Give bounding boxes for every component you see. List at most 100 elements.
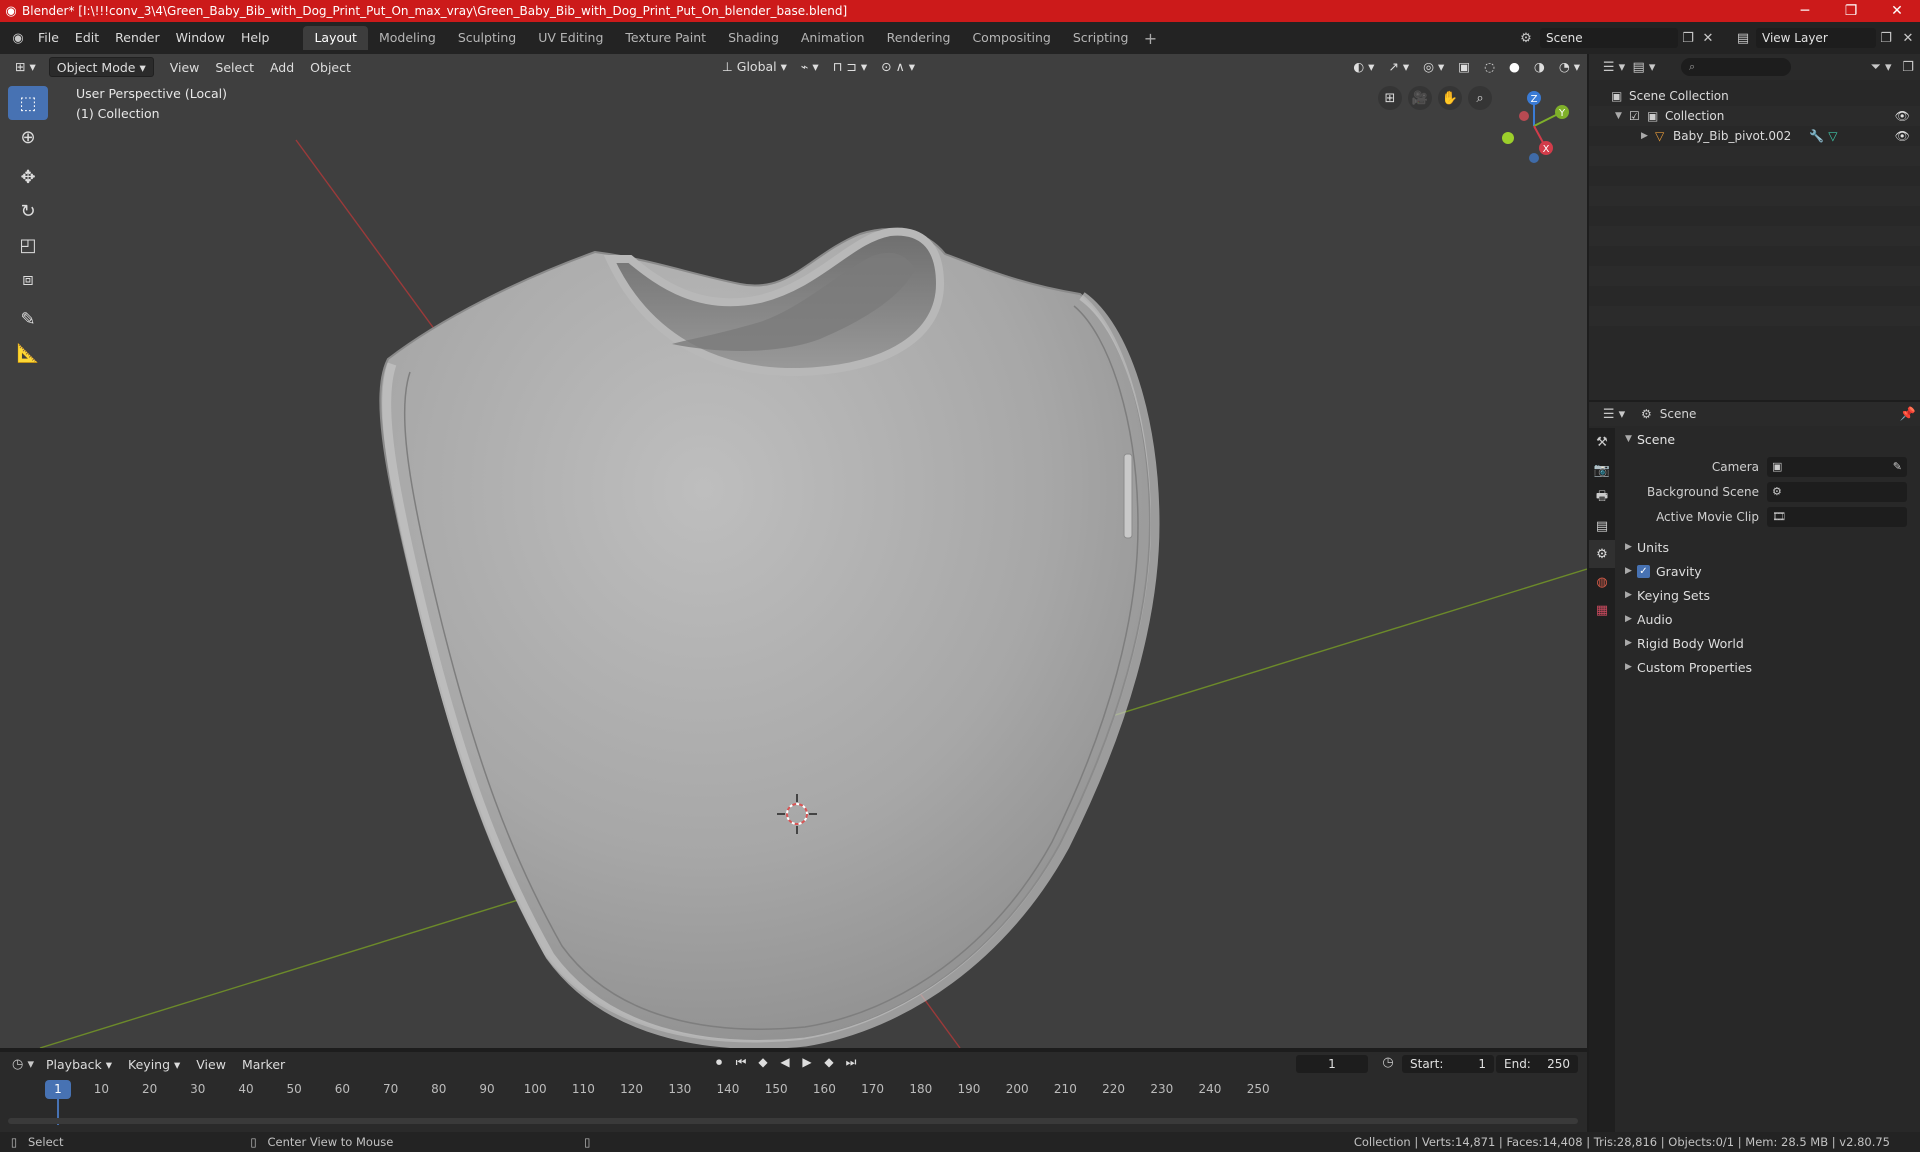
3d-viewport[interactable]: ⊞ ▾ Object Mode ▾ View Select Add Object… [0,54,1587,1048]
scene-field[interactable]: Scene [1540,28,1678,48]
timeline-menu-keying[interactable]: Keying ▾ [120,1057,188,1072]
viewport-menu-add[interactable]: Add [262,60,302,75]
proportional-editing-icon[interactable]: ⊙ ∧ ▾ [874,57,922,77]
new-view-layer-icon[interactable]: ❐ [1876,31,1896,46]
timeline-scrollbar[interactable] [8,1118,1578,1124]
xray-toggle-icon[interactable]: ▣ [1451,57,1477,77]
audio-panel-header[interactable]: ▶ Audio [1617,607,1920,631]
jump-keyframe-back-icon[interactable]: ◆ [754,1055,772,1070]
jump-end-icon[interactable]: ⏭ [842,1055,860,1070]
tab-scripting[interactable]: Scripting [1062,26,1140,50]
play-icon[interactable]: ▶ [798,1055,816,1070]
new-collection-icon[interactable]: ❐ [1896,60,1920,75]
outliner-object-row[interactable]: ▶ ▽ Baby_Bib_pivot.002 🔧 ▽ 👁 [1589,126,1920,146]
start-frame-field[interactable]: Start: 1 [1402,1055,1494,1073]
camera-view-icon[interactable]: 🎥 [1408,86,1432,110]
shading-wireframe-icon[interactable]: ◌ [1477,57,1502,77]
overlays-toggle-icon[interactable]: ◎ ▾ [1416,57,1451,77]
select-box-tool-icon[interactable]: ⬚ [8,86,48,120]
outliner-collection[interactable]: ▼ ☑ ▣ Collection 👁 [1589,106,1920,126]
tab-layout[interactable]: Layout [303,26,368,50]
snap-icon[interactable]: ⊓ ⊐ ▾ [826,57,874,77]
active-movie-clip-field[interactable]: 🎞 [1767,506,1907,527]
timeline-menu-marker[interactable]: Marker [234,1057,293,1072]
end-frame-field[interactable]: End: 250 [1496,1055,1578,1073]
add-workspace-icon[interactable]: + [1139,29,1161,48]
move-tool-icon[interactable]: ✥ [8,160,48,194]
play-reverse-icon[interactable]: ◀ [776,1055,794,1070]
keying-sets-panel-header[interactable]: ▶ Keying Sets [1617,583,1920,607]
blender-menu-icon[interactable]: ◉ [6,31,30,46]
object-mode-dropdown[interactable]: Object Mode ▾ [48,57,154,77]
menu-edit[interactable]: Edit [67,27,107,49]
outliner-search-input[interactable]: ⌕ [1681,58,1791,76]
collection-visibility-eye-icon[interactable]: 👁 [1895,109,1910,123]
view-layer-field[interactable]: View Layer [1756,28,1876,48]
tab-rendering[interactable]: Rendering [876,26,962,50]
pin-icon[interactable]: 📌 [1896,407,1920,422]
custom-properties-panel-header[interactable]: ▶ Custom Properties [1617,655,1920,679]
record-icon[interactable]: ⏺ [710,1055,728,1070]
transform-tool-icon[interactable]: ⧈ [8,262,48,296]
world-tab-icon[interactable]: ◍ [1589,568,1615,596]
background-scene-field[interactable]: ⚙ [1767,481,1907,502]
rotate-tool-icon[interactable]: ↻ [8,194,48,228]
timeline-menu-playback[interactable]: Playback ▾ [38,1057,120,1072]
collection-expand-icon[interactable]: ▼ [1615,111,1629,121]
menu-help[interactable]: Help [233,27,278,49]
remove-view-layer-icon[interactable]: ✕ [1896,31,1920,46]
modifier-wrench-icon[interactable]: 🔧 [1809,129,1824,143]
gravity-checkbox[interactable]: ✓ [1637,564,1650,578]
mesh-data-icon[interactable]: ▽ [1828,129,1837,143]
outliner-editor-type-icon[interactable]: ☰ ▾ [1599,60,1629,75]
gravity-panel-header[interactable]: ▶ ✓ Gravity [1617,559,1920,583]
new-scene-icon[interactable]: ❐ [1678,31,1698,46]
timeline-menu-view[interactable]: View [188,1057,234,1072]
render-tab-icon[interactable]: 📷 [1589,456,1615,484]
rigid-body-world-panel-header[interactable]: ▶ Rigid Body World [1617,631,1920,655]
tab-shading[interactable]: Shading [717,26,790,50]
visibility-filter-icon[interactable]: ◐ ▾ [1346,57,1381,77]
eyedropper-icon[interactable]: ✎ [1893,460,1907,473]
menu-file[interactable]: File [30,27,67,49]
object-expand-icon[interactable]: ▶ [1641,131,1655,141]
object-visibility-eye-icon[interactable]: 👁 [1895,129,1910,143]
tab-animation[interactable]: Animation [790,26,876,50]
outliner-filter-icon[interactable]: ⏷ ▾ [1866,60,1896,75]
transform-orientation-dropdown[interactable]: ⊥ Global ▾ [715,57,794,77]
properties-editor-type-icon[interactable]: ☰ ▾ [1599,407,1629,422]
minimize-button[interactable]: ─ [1782,3,1828,19]
tab-sculpting[interactable]: Sculpting [447,26,527,50]
jump-keyframe-forward-icon[interactable]: ◆ [820,1055,838,1070]
current-frame-indicator[interactable]: 1 [45,1080,71,1099]
scale-tool-icon[interactable]: ◰ [8,228,48,262]
camera-field[interactable]: ▣ ✎ [1767,456,1907,477]
gizmos-toggle-icon[interactable]: ↗ ▾ [1381,57,1416,77]
toggle-grid-view-icon[interactable]: ⊞ [1378,86,1402,110]
units-panel-header[interactable]: ▶ Units [1617,535,1920,559]
pivot-point-icon[interactable]: ⌁ ▾ [794,57,826,77]
scene-panel-header[interactable]: ▼ Scene [1617,428,1920,450]
shading-material-icon[interactable]: ◑ [1527,57,1552,77]
axis-gizmo[interactable]: Z Y X [1494,86,1574,166]
tab-uv-editing[interactable]: UV Editing [527,26,614,50]
pan-view-icon[interactable]: ✋ [1438,86,1462,110]
editor-type-icon[interactable]: ⊞ ▾ [8,57,43,77]
menu-window[interactable]: Window [168,27,233,49]
shading-rendered-icon[interactable]: ◔ ▾ [1552,57,1587,77]
timeline-ruler[interactable]: 1 10 20 30 40 50 60 70 80 90 100 110 120 130 140 150 16… [8,1076,1578,1126]
collection-exclude-checkbox[interactable]: ☑ [1629,109,1647,123]
view-layer-tab-icon[interactable]: ▤ [1589,512,1615,540]
output-tab-icon[interactable]: 🖶 [1589,484,1615,512]
preview-range-icon[interactable]: ◷ [1378,1055,1398,1070]
view-layer-icon[interactable]: ▤ [1730,31,1756,46]
tool-tab-icon[interactable]: ⚒ [1589,428,1615,456]
scene-selector-icon[interactable]: ⚙ [1512,31,1540,46]
remove-scene-icon[interactable]: ✕ [1698,31,1718,46]
current-frame-field[interactable]: 1 [1296,1055,1368,1073]
texture-tab-icon[interactable]: ▦ [1589,596,1615,624]
tab-texture-paint[interactable]: Texture Paint [614,26,717,50]
shading-solid-icon[interactable]: ● [1502,57,1527,77]
maximize-button[interactable]: ❐ [1828,3,1874,19]
outliner-scene-collection[interactable]: ▣ Scene Collection [1589,86,1920,106]
